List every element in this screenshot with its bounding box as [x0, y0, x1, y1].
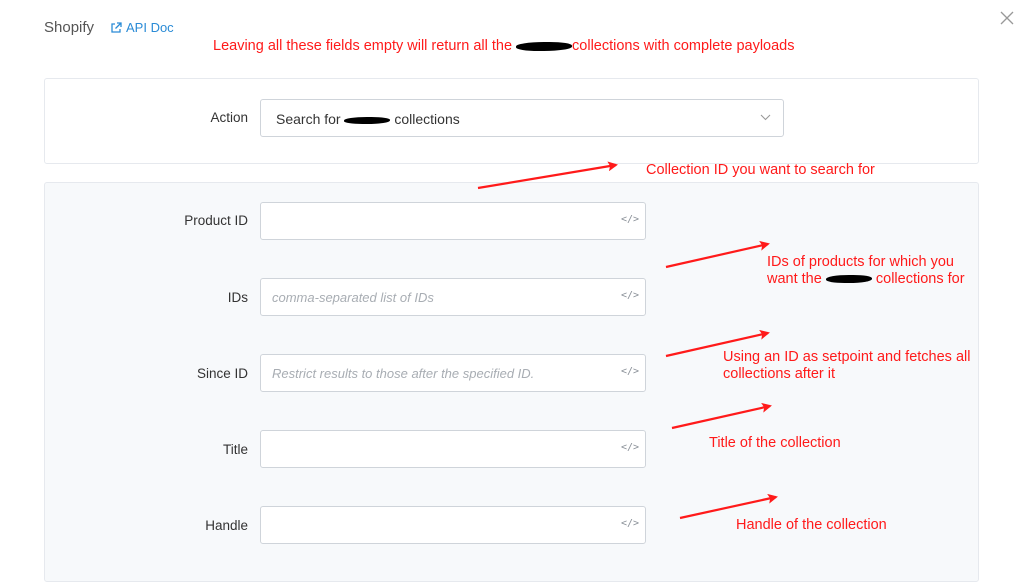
redaction-mark	[344, 116, 391, 124]
annotation-text: IDs of products for which you	[767, 254, 954, 270]
external-link-icon	[111, 21, 122, 33]
ids-input[interactable]	[261, 279, 613, 315]
annotation-title: Title of the collection	[709, 435, 841, 451]
code-icon[interactable]: </>	[621, 518, 639, 529]
handle-input[interactable]	[261, 507, 613, 543]
handle-field[interactable]: </>	[260, 506, 646, 544]
product-id-field[interactable]: </>	[260, 202, 646, 240]
redaction-mark	[516, 41, 573, 51]
action-select-value: Search for collections	[276, 111, 460, 127]
annotation-handle: Handle of the collection	[736, 517, 887, 533]
product-id-input[interactable]	[261, 203, 613, 239]
annotation-collection-id: Collection ID you want to search for	[646, 162, 875, 178]
since-id-input[interactable]	[261, 355, 613, 391]
title-field[interactable]: </>	[260, 430, 646, 468]
code-icon[interactable]: </>	[621, 290, 639, 301]
handle-label: Handle	[205, 518, 248, 533]
since-id-label: Since ID	[196, 366, 248, 381]
action-label: Action	[210, 110, 248, 125]
annotation-text: collections after it	[723, 366, 836, 382]
api-doc-label: API Doc	[126, 20, 174, 35]
code-icon[interactable]: </>	[621, 214, 639, 225]
title-label: Title	[222, 442, 248, 457]
app-title: Shopify	[44, 19, 95, 36]
annotation-text-line2: want the collections for	[767, 271, 965, 287]
since-id-field[interactable]: </>	[260, 354, 646, 392]
annotation-text: Leaving all these fields empty will retu…	[213, 38, 513, 54]
code-icon[interactable]: </>	[621, 442, 639, 453]
annotation-since-id: Using an ID as setpoint and fetches all …	[723, 349, 970, 383]
api-doc-link[interactable]: API Doc	[110, 20, 174, 35]
action-select[interactable]: Search for collections	[260, 99, 784, 137]
ids-label: IDs	[227, 290, 248, 305]
annotation-product-ids: IDs of products for which you want the c…	[767, 254, 965, 288]
ids-field[interactable]: </>	[260, 278, 646, 316]
annotation-text: Using an ID as setpoint and fetches all	[723, 349, 971, 365]
chevron-down-icon	[760, 114, 771, 121]
title-input[interactable]	[261, 431, 613, 467]
annotation-text: collections with complete payloads	[572, 38, 795, 54]
redaction-mark	[825, 275, 872, 284]
product-id-label: Product ID	[184, 213, 248, 228]
code-icon[interactable]: </>	[621, 366, 639, 377]
close-icon[interactable]	[998, 9, 1016, 27]
annotation-empty-fields: Leaving all these fields empty will retu…	[213, 38, 795, 55]
